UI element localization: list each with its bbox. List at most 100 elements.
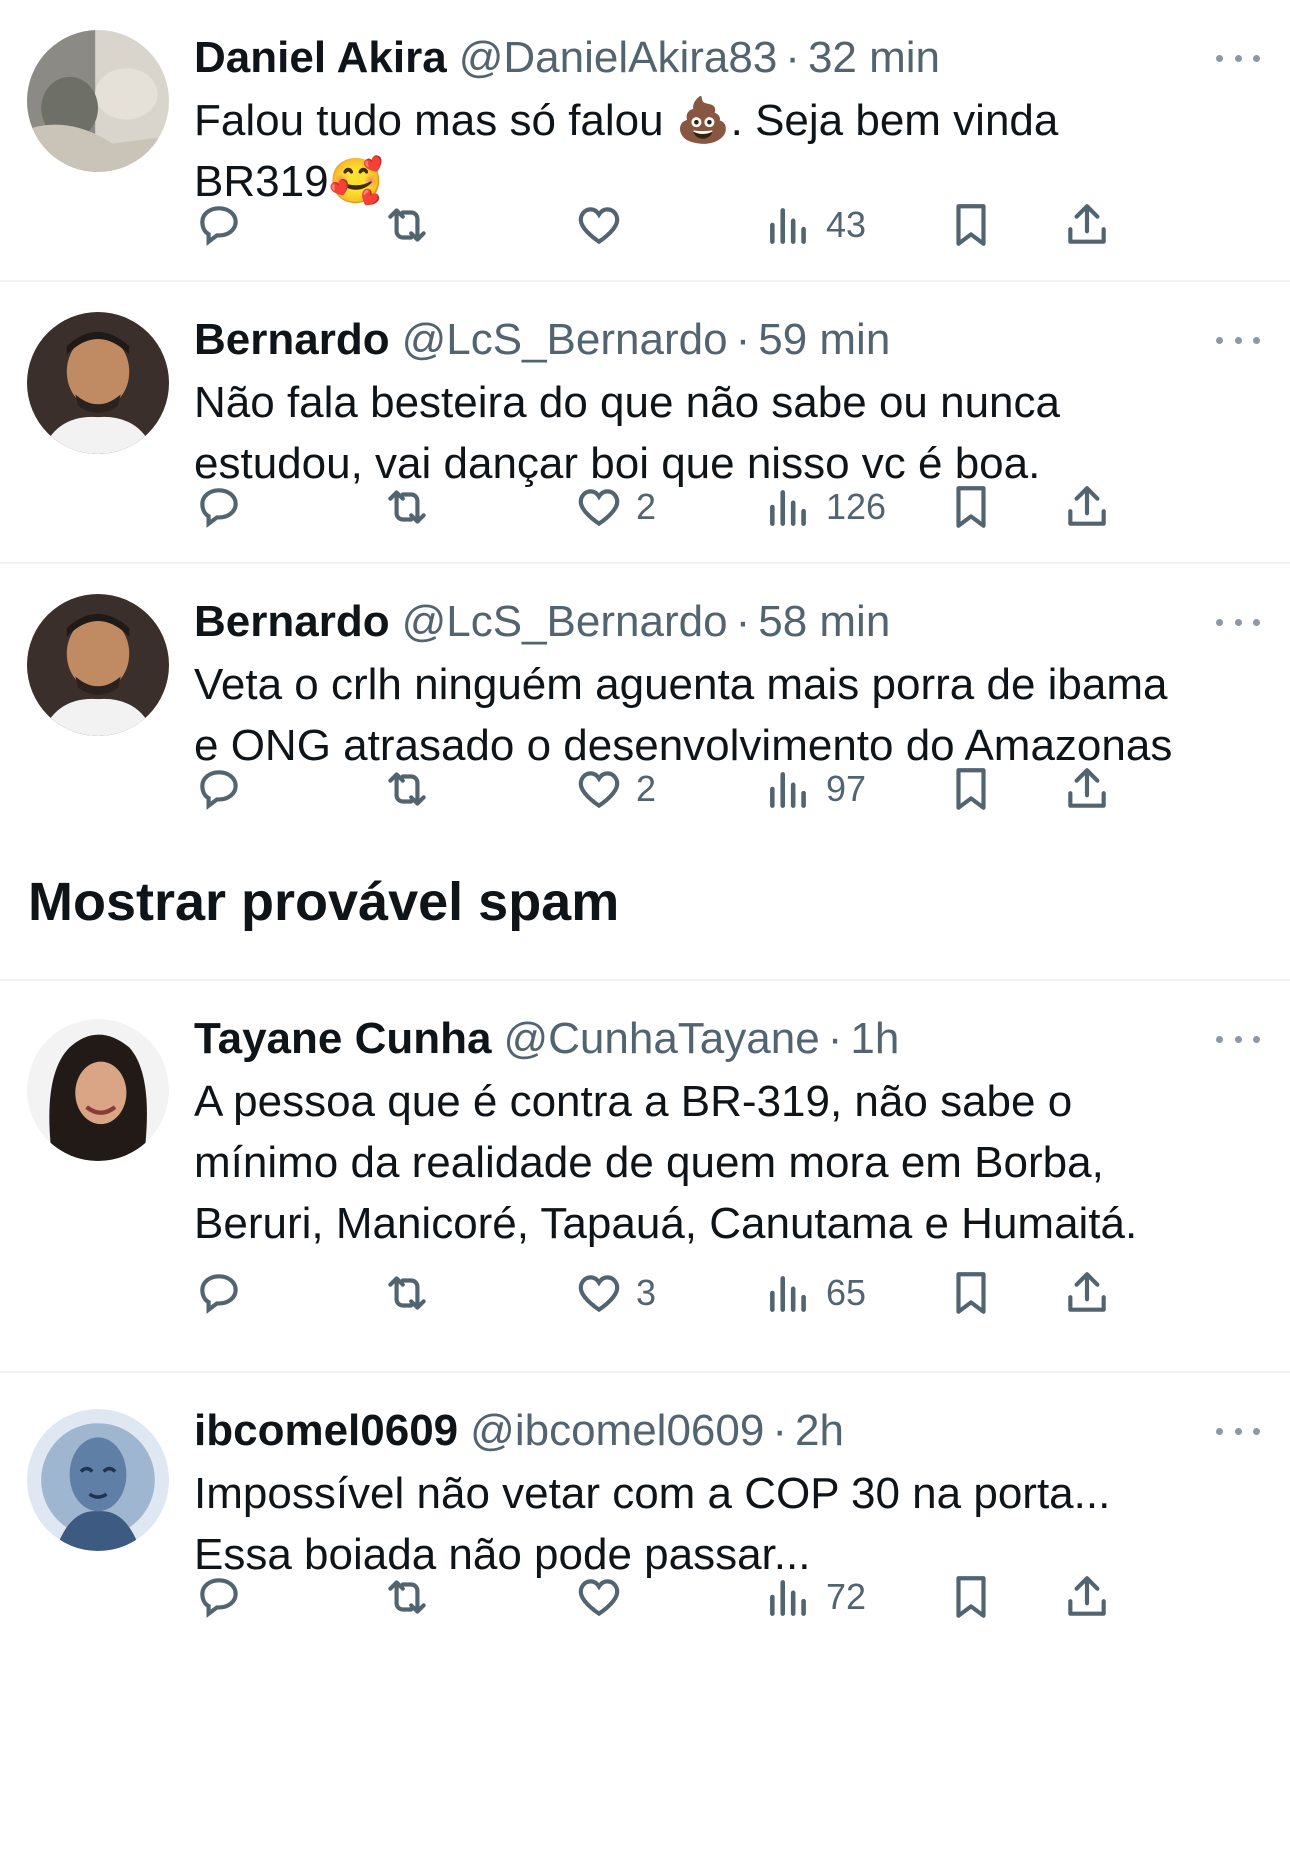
views-icon	[770, 1276, 806, 1312]
avatar[interactable]	[27, 1409, 169, 1551]
avatar[interactable]	[27, 594, 169, 736]
avatar[interactable]	[27, 312, 169, 454]
retweet-button[interactable]	[382, 1567, 432, 1627]
author-handle[interactable]: @CunhaTayane	[503, 1009, 819, 1069]
timestamp[interactable]: 2h	[795, 1401, 844, 1461]
like-button[interactable]	[574, 195, 636, 255]
reply-icon	[200, 770, 238, 810]
share-button[interactable]	[1062, 1567, 1112, 1627]
reply-icon	[200, 1274, 238, 1314]
cat-photo-icon	[27, 30, 169, 172]
author-handle[interactable]: @LcS_Bernardo	[402, 592, 728, 652]
reply-tweet[interactable]: Daniel Akira @DanielAkira83 · 32 min Fal…	[0, 0, 1290, 282]
author-name[interactable]: Bernardo	[194, 310, 390, 370]
author-name[interactable]: Tayane Cunha	[194, 1009, 491, 1069]
bookmark-button[interactable]	[946, 1263, 996, 1323]
like-count: 3	[636, 1272, 657, 1313]
tweet-text-line: Veta o crlh ninguém aguenta mais porra d…	[194, 660, 1168, 709]
timestamp[interactable]: 32 min	[808, 28, 940, 88]
like-button[interactable]: 2	[574, 759, 656, 819]
bookmark-button[interactable]	[946, 759, 996, 819]
views-button[interactable]: 43	[764, 195, 866, 255]
reply-tweet[interactable]: Bernardo @LcS_Bernardo · 58 min Veta o c…	[0, 564, 1290, 831]
timestamp[interactable]: 1h	[850, 1009, 899, 1069]
author-name[interactable]: Daniel Akira	[194, 28, 447, 88]
share-icon	[1068, 1272, 1106, 1312]
action-bar: 43	[194, 195, 1260, 255]
author-handle[interactable]: @ibcomel0609	[470, 1401, 764, 1461]
reply-button[interactable]	[194, 195, 244, 255]
like-button[interactable]	[574, 1567, 636, 1627]
reply-icon	[200, 206, 238, 246]
view-count: 97	[826, 768, 867, 809]
reply-button[interactable]	[194, 1567, 244, 1627]
tweet-text-line: A pessoa que é contra a BR-319, não sabe…	[194, 1077, 1073, 1126]
author-handle[interactable]: @LcS_Bernardo	[402, 310, 728, 370]
reply-tweet[interactable]: Tayane Cunha @CunhaTayane · 1h A pessoa …	[0, 981, 1290, 1373]
views-icon	[770, 772, 806, 808]
like-button[interactable]: 3	[574, 1263, 656, 1323]
like-button[interactable]: 2	[574, 477, 656, 537]
reply-tweet[interactable]: Bernardo @LcS_Bernardo · 59 min Não fala…	[0, 282, 1290, 564]
tweet-text-line: Impossível não vetar com a COP 30 na por…	[194, 1469, 1111, 1518]
timestamp[interactable]: 59 min	[758, 310, 890, 370]
more-icon[interactable]	[1216, 610, 1260, 634]
tweet-text-line: Falou tudo mas só falou 💩. Seja bem vind…	[194, 96, 1059, 145]
retweet-icon	[388, 1276, 426, 1310]
tweet-text-line: mínimo da realidade de quem mora em Borb…	[194, 1138, 1104, 1187]
show-probable-spam-button[interactable]: Mostrar provável spam	[0, 831, 1290, 981]
like-icon	[578, 771, 620, 809]
like-icon	[578, 489, 620, 527]
bookmark-icon	[956, 1576, 986, 1618]
bookmark-button[interactable]	[946, 477, 996, 537]
author-name[interactable]: Bernardo	[194, 592, 390, 652]
retweet-button[interactable]	[382, 759, 432, 819]
reply-tweet[interactable]: ibcomel0609 @ibcomel0609 · 2h Impossível…	[0, 1373, 1290, 1649]
action-bar: 2 126	[194, 477, 1260, 537]
view-count: 126	[826, 486, 887, 527]
tweet-text: Não fala besteira do que não sabe ou nun…	[194, 372, 1260, 494]
share-button[interactable]	[1062, 195, 1112, 255]
man-photo-icon	[27, 312, 169, 454]
more-icon[interactable]	[1216, 46, 1260, 70]
like-icon	[578, 207, 620, 245]
bookmark-icon	[956, 486, 986, 528]
views-button[interactable]: 65	[764, 1263, 866, 1323]
share-icon	[1068, 486, 1106, 526]
share-button[interactable]	[1062, 759, 1112, 819]
author-handle[interactable]: @DanielAkira83	[459, 28, 778, 88]
reply-button[interactable]	[194, 477, 244, 537]
retweet-icon	[388, 1580, 426, 1614]
like-count: 2	[636, 768, 657, 809]
avatar[interactable]	[27, 1019, 169, 1161]
retweet-button[interactable]	[382, 1263, 432, 1323]
view-count: 43	[826, 204, 867, 245]
reply-button[interactable]	[194, 759, 244, 819]
reply-button[interactable]	[194, 1263, 244, 1323]
retweet-button[interactable]	[382, 195, 432, 255]
avatar[interactable]	[27, 30, 169, 172]
tweet-text: Falou tudo mas só falou 💩. Seja bem vind…	[194, 90, 1260, 212]
more-icon[interactable]	[1216, 1419, 1260, 1443]
views-button[interactable]: 72	[764, 1567, 866, 1627]
action-bar: 72	[194, 1567, 1260, 1627]
share-icon	[1068, 1576, 1106, 1616]
bookmark-button[interactable]	[946, 1567, 996, 1627]
retweet-icon	[388, 208, 426, 242]
like-count: 2	[636, 486, 657, 527]
more-icon[interactable]	[1216, 1027, 1260, 1051]
share-button[interactable]	[1062, 1263, 1112, 1323]
more-icon[interactable]	[1216, 328, 1260, 352]
tweet-text-line: Não fala besteira do que não sabe ou nun…	[194, 378, 1060, 427]
views-button[interactable]: 126	[764, 477, 886, 537]
views-button[interactable]: 97	[764, 759, 866, 819]
author-name[interactable]: ibcomel0609	[194, 1401, 458, 1461]
bookmark-button[interactable]	[946, 195, 996, 255]
views-icon	[770, 208, 806, 244]
retweet-button[interactable]	[382, 477, 432, 537]
bookmark-icon	[956, 204, 986, 246]
separator: ·	[827, 1014, 843, 1063]
views-icon	[770, 1580, 806, 1616]
timestamp[interactable]: 58 min	[758, 592, 890, 652]
share-button[interactable]	[1062, 477, 1112, 537]
